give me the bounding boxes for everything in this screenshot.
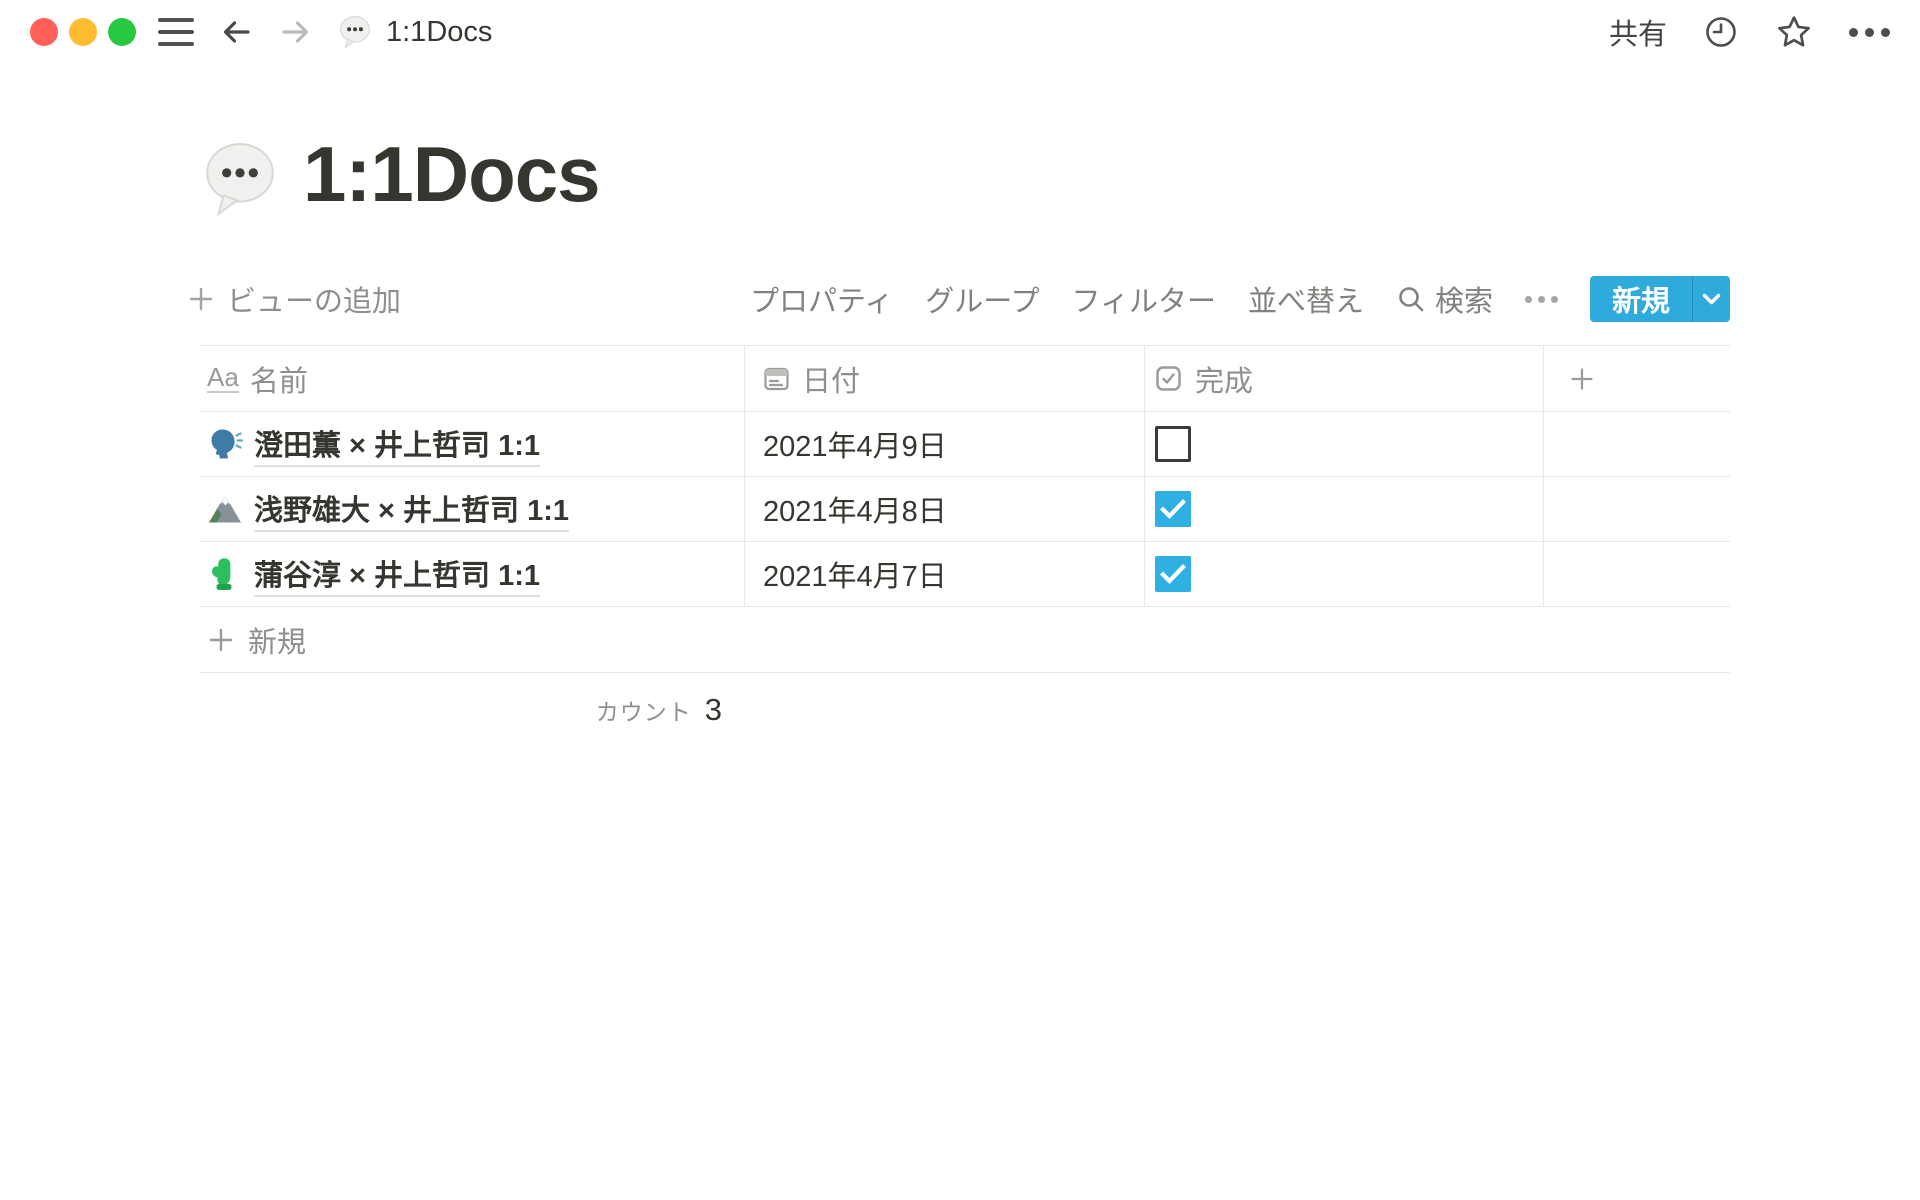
star-favorite-icon	[1775, 13, 1813, 51]
breadcrumb-title: 1:1Docs	[386, 16, 492, 49]
column-header-done[interactable]: 完成	[1145, 346, 1544, 411]
check-icon	[1160, 498, 1186, 520]
table-row: 蒲谷淳 × 井上哲司 1:1 2021年4月7日	[199, 542, 1730, 607]
plus-icon	[207, 626, 235, 654]
column-label: 日付	[802, 358, 860, 400]
search-icon	[1396, 284, 1426, 314]
plus-icon	[187, 285, 215, 313]
name-cell: 浅野雄大 × 井上哲司 1:1	[199, 477, 745, 541]
page-title[interactable]: 1:1Docs	[303, 129, 599, 220]
more-dots-icon	[1849, 28, 1858, 37]
table-row: 浅野雄大 × 井上哲司 1:1 2021年4月8日	[199, 477, 1730, 542]
check-icon	[1160, 563, 1186, 585]
empty-cell	[1544, 412, 1730, 476]
page-link[interactable]: 澄田薫 × 井上哲司 1:1	[254, 422, 540, 467]
add-column-button[interactable]	[1544, 346, 1730, 411]
sort-button[interactable]: 並べ替え	[1248, 278, 1364, 320]
hamburger-icon	[158, 18, 194, 22]
group-button[interactable]: グループ	[925, 278, 1039, 320]
column-label: 完成	[1195, 358, 1253, 400]
view-controls-bar: ビューの追加 プロパティ グループ フィルター 並べ替え 検索 新規	[199, 270, 1730, 328]
zoom-window-button[interactable]	[108, 18, 136, 46]
column-label: 名前	[250, 358, 308, 400]
count-label: カウント	[596, 693, 692, 727]
traffic-lights	[30, 18, 136, 46]
clock-history-icon	[1703, 14, 1739, 50]
favorite-button[interactable]	[1775, 13, 1813, 51]
updates-button[interactable]	[1703, 14, 1739, 50]
done-cell	[1145, 542, 1544, 606]
view-more-button[interactable]	[1525, 296, 1558, 303]
more-dots-icon	[1525, 296, 1532, 303]
properties-button[interactable]: プロパティ	[750, 278, 893, 320]
done-cell	[1145, 412, 1544, 476]
checkbox-unchecked[interactable]	[1155, 426, 1191, 462]
empty-cell	[1544, 542, 1730, 606]
date-cell[interactable]: 2021年4月9日	[745, 412, 1145, 476]
page-link[interactable]: 蒲谷淳 × 井上哲司 1:1	[254, 552, 540, 597]
done-cell	[1145, 477, 1544, 541]
add-view-label: ビューの追加	[227, 278, 401, 320]
add-view-button[interactable]: ビューの追加	[187, 278, 401, 320]
back-button[interactable]	[218, 14, 254, 50]
name-cell: 澄田薫 × 井上哲司 1:1	[199, 412, 745, 476]
gloves-icon	[207, 556, 243, 592]
minimize-window-button[interactable]	[69, 18, 97, 46]
page-icon-speech-balloon[interactable]	[199, 136, 281, 222]
empty-cell	[1544, 477, 1730, 541]
sidebar-toggle-button[interactable]	[158, 18, 194, 46]
close-window-button[interactable]	[30, 18, 58, 46]
window-topbar: 1:1Docs 共有	[0, 0, 1920, 64]
breadcrumb[interactable]: 1:1Docs	[336, 13, 492, 51]
table-row: 澄田薫 × 井上哲司 1:1 2021年4月9日	[199, 412, 1730, 477]
topbar-actions: 共有	[1609, 11, 1890, 53]
date-cell[interactable]: 2021年4月8日	[745, 477, 1145, 541]
back-arrow-icon	[218, 14, 254, 50]
new-dropdown-button[interactable]	[1693, 276, 1730, 322]
table-header-row: Aa 名前 日付 完成	[199, 345, 1730, 412]
search-button[interactable]: 検索	[1396, 278, 1493, 320]
mountain-icon	[207, 491, 243, 527]
plus-icon	[1568, 365, 1596, 393]
checkbox-property-icon	[1155, 365, 1182, 392]
name-cell: 蒲谷淳 × 井上哲司 1:1	[199, 542, 745, 606]
count-value: 3	[705, 692, 722, 728]
count-aggregate[interactable]: カウント 3	[199, 673, 745, 747]
page-header: 1:1Docs	[199, 118, 599, 230]
add-row-button[interactable]: 新規	[199, 607, 1730, 673]
share-button[interactable]: 共有	[1609, 11, 1667, 53]
forward-button[interactable]	[278, 14, 314, 50]
text-property-icon: Aa	[207, 364, 239, 393]
search-label: 検索	[1435, 278, 1493, 320]
date-cell[interactable]: 2021年4月7日	[745, 542, 1145, 606]
calendar-icon	[763, 365, 790, 392]
forward-arrow-icon	[278, 14, 314, 50]
more-options-button[interactable]	[1849, 28, 1890, 37]
checkbox-checked[interactable]	[1155, 556, 1191, 592]
new-button-group: 新規	[1590, 276, 1730, 322]
filter-button[interactable]: フィルター	[1072, 278, 1216, 320]
add-row-label: 新規	[248, 619, 306, 661]
database-table: Aa 名前 日付 完成	[199, 345, 1730, 747]
column-header-name[interactable]: Aa 名前	[199, 346, 745, 411]
column-header-date[interactable]: 日付	[745, 346, 1145, 411]
new-button[interactable]: 新規	[1590, 276, 1692, 322]
table-controls: プロパティ グループ フィルター 並べ替え 検索 新規	[750, 276, 1730, 322]
page-link[interactable]: 浅野雄大 × 井上哲司 1:1	[254, 487, 569, 532]
checkbox-checked[interactable]	[1155, 491, 1191, 527]
aggregate-row: カウント 3	[199, 673, 1730, 747]
speaking-head-icon	[207, 426, 243, 462]
speech-balloon-icon	[336, 13, 374, 51]
chevron-down-icon	[1701, 292, 1722, 307]
